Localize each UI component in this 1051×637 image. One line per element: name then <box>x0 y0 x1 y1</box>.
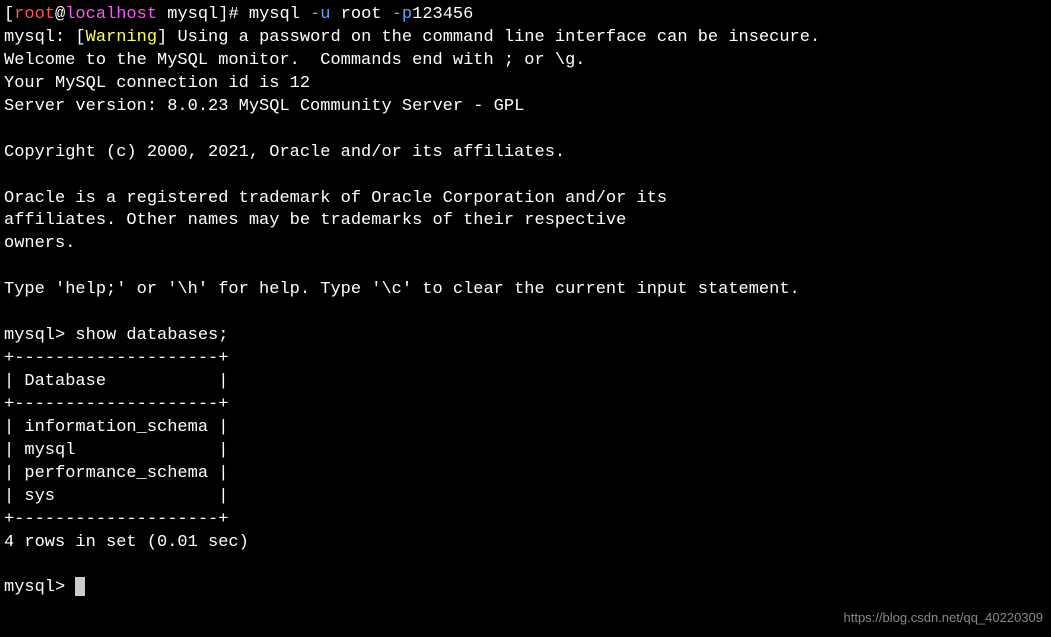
prompt-host: localhost <box>65 5 157 24</box>
welcome-line-3: Server version: 8.0.23 MySQL Community S… <box>4 96 1047 119</box>
warning-word: Warning <box>86 28 157 47</box>
mysql-prompt: mysql> <box>4 326 75 345</box>
table-header: | Database | <box>4 371 1047 394</box>
watermark-text: https://blog.csdn.net/qq_40220309 <box>844 609 1044 627</box>
copyright-line: Copyright (c) 2000, 2021, Oracle and/or … <box>4 142 1047 165</box>
mysql-prompt-line-1: mysql> show databases; <box>4 325 1047 348</box>
table-row: | performance_schema | <box>4 463 1047 486</box>
warning-line: mysql: [Warning] Using a password on the… <box>4 27 1047 50</box>
warning-suffix: ] Using a password on the command line i… <box>157 28 820 47</box>
blank-line <box>4 302 1047 325</box>
help-line: Type 'help;' or '\h' for help. Type '\c'… <box>4 279 1047 302</box>
table-row: | sys | <box>4 486 1047 509</box>
welcome-line-1: Welcome to the MySQL monitor. Commands e… <box>4 50 1047 73</box>
prompt-space <box>157 5 167 24</box>
warning-prefix: mysql: [ <box>4 28 86 47</box>
blank-line <box>4 119 1047 142</box>
table-border-top: +--------------------+ <box>4 348 1047 371</box>
prompt-open-bracket: [ <box>4 5 14 24</box>
table-row: | mysql | <box>4 440 1047 463</box>
table-border-mid: +--------------------+ <box>4 394 1047 417</box>
prompt-at: @ <box>55 5 65 24</box>
mysql-prompt-line-2[interactable]: mysql> <box>4 577 1047 600</box>
arg-password: 123456 <box>412 5 473 24</box>
result-line: 4 rows in set (0.01 sec) <box>4 532 1047 555</box>
blank-line <box>4 165 1047 188</box>
legal-line-1: Oracle is a registered trademark of Orac… <box>4 188 1047 211</box>
mysql-prompt: mysql> <box>4 578 75 597</box>
prompt-close-bracket: ]# <box>218 5 249 24</box>
shell-prompt-line: [root@localhost mysql]# mysql -u root -p… <box>4 4 1047 27</box>
sql-command: show databases; <box>75 326 228 345</box>
cursor-icon <box>75 577 85 596</box>
legal-line-2: affiliates. Other names may be trademark… <box>4 210 1047 233</box>
table-border-bottom: +--------------------+ <box>4 509 1047 532</box>
flag-u: -u <box>300 5 331 24</box>
flag-p: -p <box>382 5 413 24</box>
legal-line-3: owners. <box>4 233 1047 256</box>
prompt-user: root <box>14 5 55 24</box>
arg-root: root <box>331 5 382 24</box>
blank-line <box>4 256 1047 279</box>
table-row: | information_schema | <box>4 417 1047 440</box>
welcome-line-2: Your MySQL connection id is 12 <box>4 73 1047 96</box>
blank-line <box>4 555 1047 578</box>
command-name: mysql <box>249 5 300 24</box>
prompt-path: mysql <box>167 5 218 24</box>
